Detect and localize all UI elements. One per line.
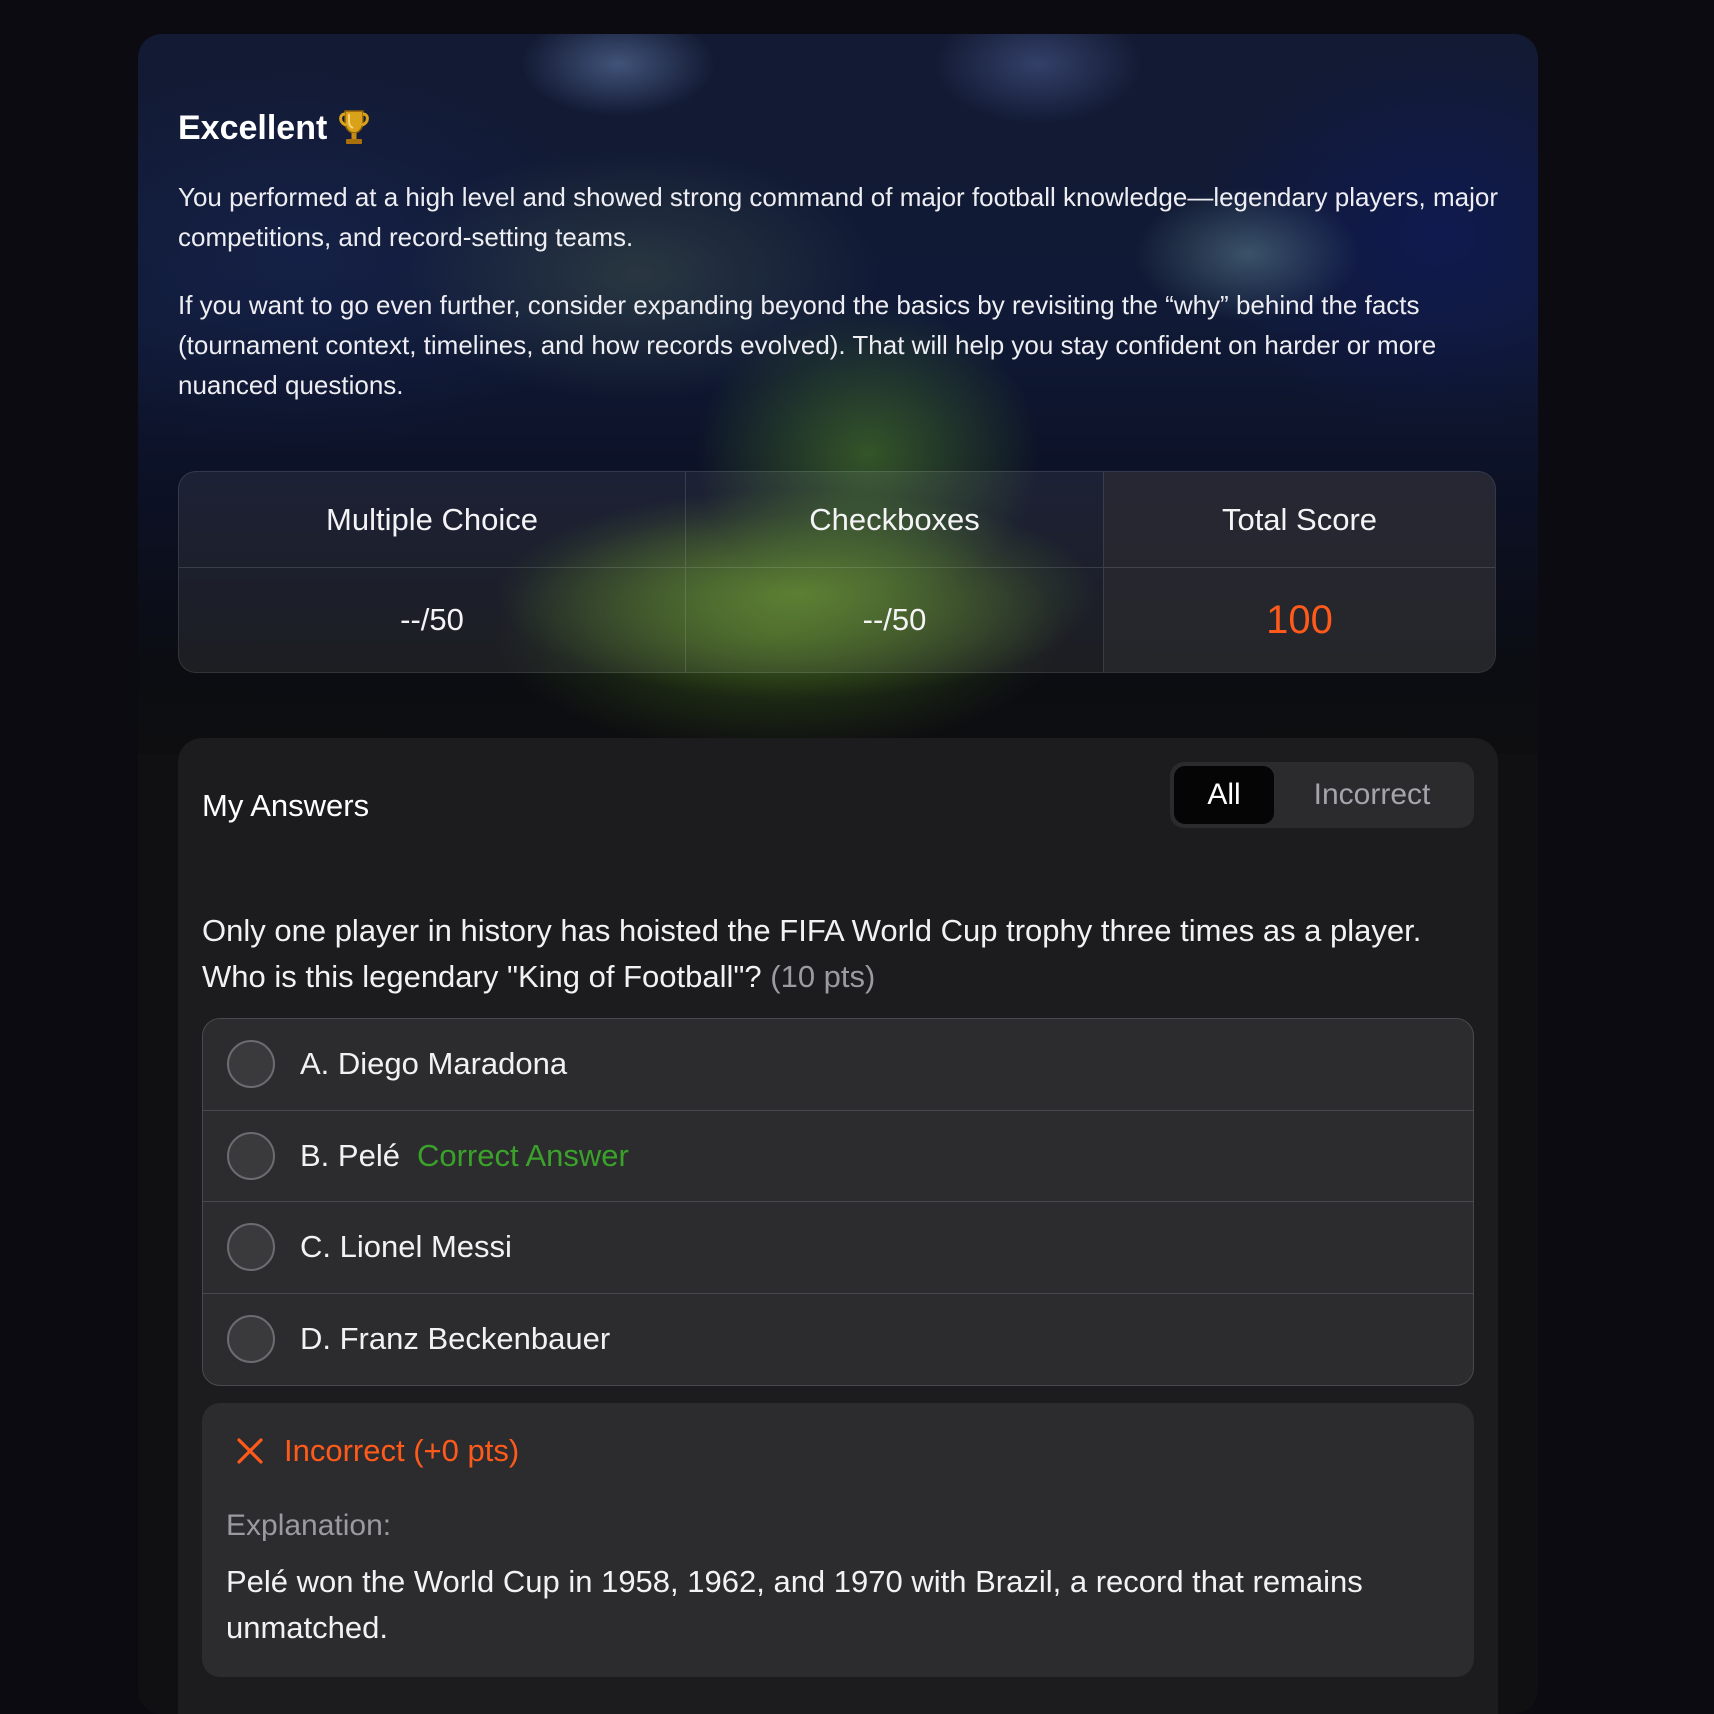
option-b[interactable]: B. Pelé Correct Answer [203, 1111, 1473, 1202]
total-score: 100 [1104, 568, 1495, 672]
explanation-label: Explanation: [226, 1509, 392, 1542]
radio-button[interactable] [227, 1223, 275, 1272]
result-heading-text: Excellent [178, 109, 328, 147]
explanation-text: Pelé won the World Cup in 1958, 1962, an… [226, 1564, 1363, 1645]
question-points: (10 pts) [770, 959, 876, 994]
result-summary: You performed at a high level and showed… [178, 182, 1499, 252]
option-d-text: D. Franz Beckenbauer [300, 1321, 611, 1357]
filter-all-button[interactable]: All [1174, 766, 1274, 824]
option-a[interactable]: A. Diego Maradona [203, 1019, 1473, 1111]
answer-feedback: Incorrect (+0 pts) Explanation: Pelé won… [202, 1403, 1474, 1677]
results-card: Excellent You performed at a high level … [138, 34, 1538, 1714]
total-score-value: 100 [1266, 597, 1333, 642]
radio-button[interactable] [227, 1040, 275, 1089]
multiple-choice-score-value: --/50 [400, 602, 464, 637]
option-label: D. Franz Beckenbauer [300, 1321, 610, 1357]
header-multiple-choice: Multiple Choice [179, 472, 686, 568]
option-d[interactable]: D. Franz Beckenbauer [203, 1294, 1473, 1386]
filter-incorrect-button[interactable]: Incorrect [1274, 766, 1470, 824]
multiple-choice-score: --/50 [179, 568, 686, 672]
checkboxes-score-value: --/50 [862, 602, 927, 637]
option-b-text: B. Pelé [300, 1137, 400, 1173]
result-status-text: Incorrect (+0 pts) [284, 1433, 520, 1468]
answer-options: A. Diego Maradona B. Pelé Correct Answer … [202, 1018, 1474, 1386]
radio-button[interactable] [227, 1315, 275, 1364]
question-text: Only one player in history has hoisted t… [202, 908, 1472, 1000]
option-c[interactable]: C. Lionel Messi [203, 1202, 1473, 1294]
correct-answer-tag: Correct Answer [416, 1137, 629, 1173]
header-total-score: Total Score [1104, 472, 1495, 568]
score-summary-table: Multiple Choice Checkboxes Total Score -… [178, 471, 1496, 673]
result-status: Incorrect (+0 pts) [234, 1431, 519, 1471]
result-heading: Excellent [178, 104, 371, 152]
radio-button[interactable] [227, 1131, 275, 1180]
my-answers-title: My Answers [202, 788, 370, 823]
header-checkboxes: Checkboxes [686, 472, 1104, 568]
option-label: B. Pelé Correct Answer [300, 1138, 629, 1174]
checkboxes-score: --/50 [686, 568, 1104, 672]
option-label: C. Lionel Messi [300, 1229, 512, 1265]
option-c-text: C. Lionel Messi [300, 1229, 512, 1265]
trophy-icon [337, 108, 371, 146]
option-label: A. Diego Maradona [300, 1046, 567, 1082]
option-a-text: A. Diego Maradona [300, 1046, 568, 1082]
x-icon [237, 1438, 263, 1464]
my-answers-panel: My Answers All Incorrect Only one player… [178, 738, 1498, 1714]
answer-filter-toggle: All Incorrect [1170, 762, 1474, 828]
result-advice: If you want to go even further, consider… [178, 290, 1437, 400]
